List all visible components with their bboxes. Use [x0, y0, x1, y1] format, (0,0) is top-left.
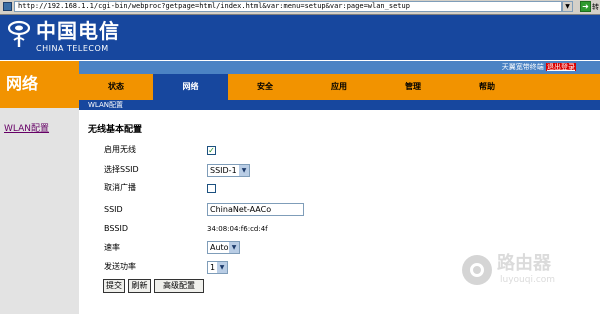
user-bar: 天翼宽带终端 退出登录	[79, 61, 600, 74]
sidebar-item-wlan-config[interactable]: WLAN配置	[4, 121, 49, 134]
rate-select-value: Auto	[210, 243, 229, 252]
rate-label: 速率	[104, 243, 120, 252]
chevron-down-icon: ▼	[239, 165, 249, 176]
user-info: 天翼宽带终端 退出登录	[502, 62, 576, 73]
menu-tab-security[interactable]: 安全	[228, 74, 302, 100]
china-telecom-logo-icon	[8, 20, 30, 47]
chevron-down-icon: ▼	[217, 262, 227, 273]
menu-tab-network[interactable]: 网络	[153, 74, 228, 100]
sidebar: WLAN配置	[0, 108, 79, 314]
hide-broadcast-checkbox[interactable]	[207, 184, 216, 193]
watermark-logo-icon	[462, 255, 492, 285]
menu-tab-help[interactable]: 帮助	[450, 74, 524, 100]
rate-select[interactable]: Auto ▼	[207, 241, 240, 254]
brand-name-cn: 中国电信	[36, 19, 120, 43]
enable-wireless-label: 启用无线	[104, 145, 136, 154]
bssid-value: 34:08:04:f6:cd:4f	[207, 225, 268, 233]
watermark: 路由器 luyouqi.com	[462, 253, 592, 293]
hide-broadcast-label: 取消广播	[104, 183, 136, 192]
go-button-label[interactable]: 转	[592, 2, 599, 12]
brand-header: 中国电信 CHINA TELECOM	[0, 15, 600, 60]
bssid-label: BSSID	[104, 224, 129, 233]
page-icon	[3, 2, 12, 11]
brand-name-en: CHINA TELECOM	[36, 44, 109, 53]
menu-tab-applications[interactable]: 应用	[302, 74, 376, 100]
main-menu: 状态 网络 安全 应用 管理 帮助	[79, 74, 600, 100]
address-bar: http://192.168.1.1/cgi-bin/webproc?getpa…	[0, 0, 600, 15]
logout-link[interactable]: 退出登录	[546, 63, 576, 71]
terminal-name: 天翼宽带终端	[501, 63, 544, 71]
menu-tab-status[interactable]: 状态	[79, 74, 153, 100]
section-title: 网络	[6, 74, 39, 93]
section-header: 网络	[0, 61, 79, 108]
page-title: 无线基本配置	[88, 125, 143, 135]
enable-wireless-checkbox[interactable]: ✓	[207, 146, 216, 155]
ssid-label: SSID	[104, 205, 123, 214]
menu-tab-management[interactable]: 管理	[376, 74, 450, 100]
watermark-text-en: luyouqi.com	[500, 275, 556, 285]
ssid-select[interactable]: SSID-1 ▼	[207, 164, 250, 177]
go-arrow-icon[interactable]: ➜	[580, 1, 591, 12]
advanced-config-button[interactable]: 高级配置	[154, 279, 204, 293]
url-input[interactable]: http://192.168.1.1/cgi-bin/webproc?getpa…	[14, 1, 562, 12]
watermark-text-cn: 路由器	[497, 253, 551, 274]
tx-power-label: 发送功率	[104, 262, 136, 271]
ssid-select-label: 选择SSID	[104, 165, 139, 174]
submit-button[interactable]: 提交	[103, 279, 125, 293]
sub-menu-bar: WLAN配置	[79, 100, 600, 110]
url-dropdown-button[interactable]: ▼	[562, 1, 573, 12]
tx-power-select[interactable]: 1 ▼	[207, 261, 228, 274]
ssid-select-value: SSID-1	[210, 166, 237, 175]
refresh-button[interactable]: 刷新	[128, 279, 151, 293]
ssid-input[interactable]: ChinaNet-AACo	[207, 203, 304, 216]
chevron-down-icon: ▼	[229, 242, 239, 253]
tx-power-select-value: 1	[210, 263, 216, 272]
sub-menu-item-wlan[interactable]: WLAN配置	[88, 100, 123, 110]
